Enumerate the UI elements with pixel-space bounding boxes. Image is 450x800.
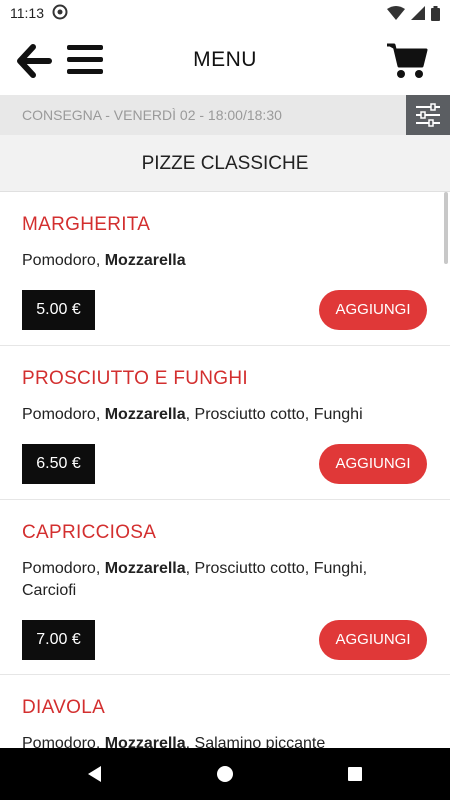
- nav-back-icon[interactable]: [83, 762, 107, 786]
- list-item: PROSCIUTTO E FUNGHI Pomodoro, Mozzarella…: [0, 346, 450, 500]
- system-nav-bar: [0, 748, 450, 800]
- list-item: MARGHERITA Pomodoro, Mozzarella 5.00 € A…: [0, 192, 450, 346]
- item-description: Pomodoro, Mozzarella, Prosciutto cotto, …: [22, 560, 368, 599]
- app-bar: MENU: [0, 26, 450, 94]
- category-title: PIZZE CLASSICHE: [0, 135, 450, 192]
- add-to-cart-button[interactable]: AGGIUNGI: [319, 620, 427, 660]
- item-name: PROSCIUTTO E FUNGHI: [22, 368, 248, 389]
- notification-icon: [52, 4, 68, 23]
- page-title: MENU: [193, 48, 257, 71]
- nav-recents-icon[interactable]: [343, 762, 367, 786]
- shopping-cart-icon[interactable]: [386, 42, 428, 80]
- delivery-bar: CONSEGNA - VENERDÌ 02 - 18:00/18:30: [0, 95, 450, 135]
- status-time: 11:13: [10, 5, 44, 21]
- status-icons: [387, 5, 440, 21]
- signal-icon: [411, 6, 425, 20]
- item-description: Pomodoro, Mozzarella: [22, 252, 186, 269]
- product-list[interactable]: MARGHERITA Pomodoro, Mozzarella 5.00 € A…: [0, 192, 450, 748]
- price-tag: 6.50 €: [22, 444, 95, 484]
- battery-icon: [431, 5, 440, 21]
- delivery-info[interactable]: CONSEGNA - VENERDÌ 02 - 18:00/18:30: [22, 107, 282, 123]
- item-name: MARGHERITA: [22, 214, 151, 235]
- scrollbar[interactable]: [444, 192, 448, 264]
- price-tag: 7.00 €: [22, 620, 95, 660]
- add-to-cart-button[interactable]: AGGIUNGI: [319, 290, 427, 330]
- list-item: DIAVOLA Pomodoro, Mozzarella, Salamino p…: [0, 675, 450, 748]
- filter-sliders-icon[interactable]: [406, 95, 450, 135]
- price-tag: 5.00 €: [22, 290, 95, 330]
- item-description: Pomodoro, Mozzarella, Salamino piccante: [22, 735, 326, 748]
- item-name: CAPRICCIOSA: [22, 522, 157, 543]
- item-name: DIAVOLA: [22, 697, 106, 718]
- wifi-icon: [387, 6, 405, 20]
- nav-home-icon[interactable]: [213, 762, 237, 786]
- status-bar: 11:13: [0, 0, 450, 26]
- list-item: CAPRICCIOSA Pomodoro, Mozzarella, Prosci…: [0, 500, 450, 675]
- item-description: Pomodoro, Mozzarella, Prosciutto cotto, …: [22, 406, 363, 423]
- add-to-cart-button[interactable]: AGGIUNGI: [319, 444, 427, 484]
